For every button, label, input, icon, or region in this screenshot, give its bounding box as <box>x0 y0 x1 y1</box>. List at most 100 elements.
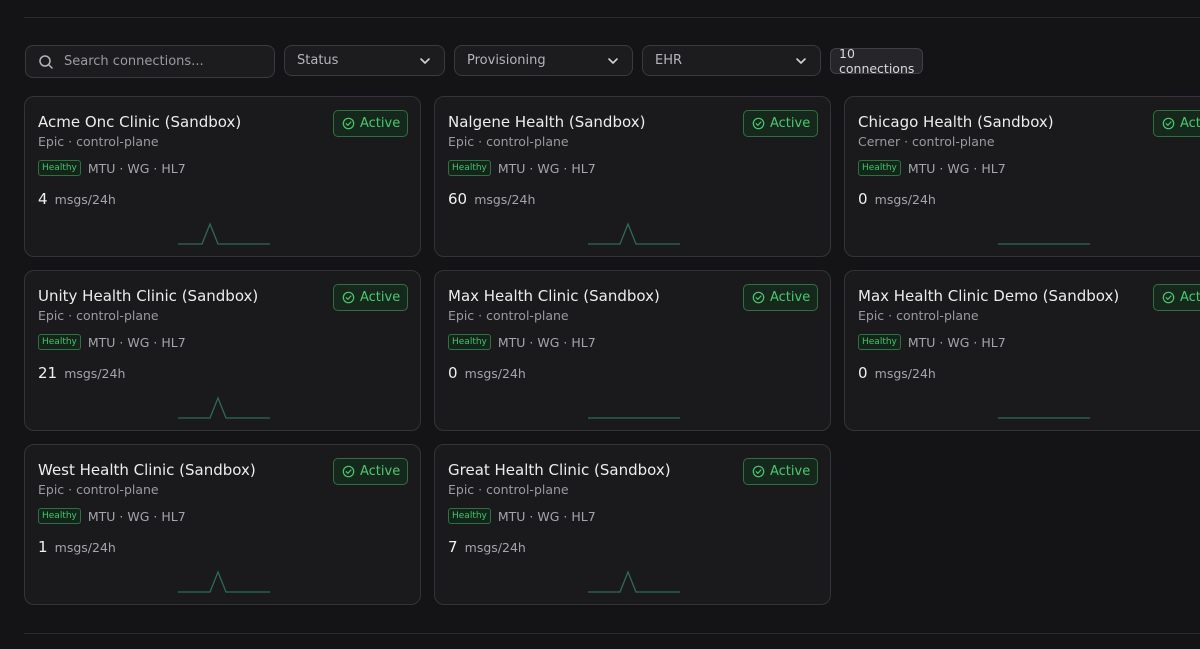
message-count: 4 <box>38 190 48 208</box>
card-tags: Healthy MTU · WG · HL7 <box>448 334 596 350</box>
status-filter-label: Status <box>297 53 339 68</box>
card-subtitle: Epic · control-plane <box>448 482 569 497</box>
check-circle-icon <box>342 117 355 130</box>
sparkline-line <box>588 570 680 593</box>
protocol-tags: MTU · WG · HL7 <box>497 334 596 350</box>
protocol-tags: MTU · WG · HL7 <box>497 160 596 176</box>
chevron-down-icon <box>796 57 806 64</box>
status-label: Active <box>360 464 401 479</box>
card-subtitle: Cerner · control-plane <box>858 134 995 149</box>
sparkline-line <box>178 570 270 593</box>
health-badge: Healthy <box>38 160 81 176</box>
card-tags: Healthy MTU · WG · HL7 <box>38 334 186 350</box>
connection-card[interactable]: Nalgene Health (Sandbox) Epic · control-… <box>434 96 831 257</box>
ehr-filter-select[interactable]: EHR <box>642 45 821 76</box>
message-count: 0 <box>858 364 868 382</box>
card-subtitle: Epic · control-plane <box>38 134 159 149</box>
status-badge[interactable]: Active <box>1153 110 1200 137</box>
ehr-filter-label: EHR <box>655 53 683 68</box>
sparkline-chart <box>588 222 680 245</box>
card-tags: Healthy MTU · WG · HL7 <box>38 508 186 524</box>
card-tags: Healthy MTU · WG · HL7 <box>38 160 186 176</box>
card-subtitle: Epic · control-plane <box>448 134 569 149</box>
status-badge[interactable]: Active <box>743 458 818 485</box>
sparkline-chart <box>588 417 680 419</box>
sparkline-chart <box>998 243 1090 245</box>
card-tags: Healthy MTU · WG · HL7 <box>858 334 1006 350</box>
message-unit: msgs/24h <box>474 192 536 207</box>
sparkline-chart <box>178 570 270 593</box>
search-input[interactable] <box>62 53 274 70</box>
card-tags: Healthy MTU · WG · HL7 <box>858 160 1006 176</box>
health-badge: Healthy <box>38 334 81 350</box>
status-badge[interactable]: Active <box>1153 284 1200 311</box>
connection-card[interactable]: Max Health Clinic Demo (Sandbox) Epic · … <box>844 270 1200 431</box>
message-metric: 0 msgs/24h <box>448 363 526 382</box>
message-unit: msgs/24h <box>874 366 936 381</box>
health-badge: Healthy <box>858 334 901 350</box>
search-icon <box>39 54 53 69</box>
status-label: Active <box>1180 290 1200 305</box>
status-badge[interactable]: Active <box>743 110 818 137</box>
sparkline-line <box>178 222 270 245</box>
message-count: 60 <box>448 190 468 208</box>
status-badge[interactable]: Active <box>743 284 818 311</box>
card-title: Max Health Clinic (Sandbox) <box>448 287 660 305</box>
protocol-tags: MTU · WG · HL7 <box>87 160 186 176</box>
check-circle-icon <box>752 291 765 304</box>
connection-card[interactable]: Unity Health Clinic (Sandbox) Epic · con… <box>24 270 421 431</box>
status-label: Active <box>360 290 401 305</box>
card-subtitle: Epic · control-plane <box>38 308 159 323</box>
message-count: 21 <box>38 364 58 382</box>
connection-count-badge: 10 connections <box>830 46 924 76</box>
provisioning-filter-select[interactable]: Provisioning <box>454 45 633 76</box>
message-metric: 60 msgs/24h <box>448 189 535 208</box>
connection-card[interactable]: West Health Clinic (Sandbox) Epic · cont… <box>24 444 421 605</box>
message-unit: msgs/24h <box>874 192 936 207</box>
check-circle-icon <box>342 291 355 304</box>
connection-card[interactable]: Chicago Health (Sandbox) Cerner · contro… <box>844 96 1200 257</box>
message-metric: 0 msgs/24h <box>858 189 936 208</box>
sparkline-chart <box>178 396 270 419</box>
search-field[interactable] <box>25 45 275 78</box>
status-badge[interactable]: Active <box>333 458 408 485</box>
check-circle-icon <box>752 465 765 478</box>
card-title: Max Health Clinic Demo (Sandbox) <box>858 287 1120 305</box>
bottom-divider <box>24 633 1200 634</box>
check-circle-icon <box>1162 117 1175 130</box>
chevron-down-icon <box>608 57 618 64</box>
message-metric: 1 msgs/24h <box>38 537 116 556</box>
status-badge[interactable]: Active <box>333 284 408 311</box>
check-circle-icon <box>752 117 765 130</box>
chevron-down-icon <box>420 57 430 64</box>
sparkline-chart <box>588 570 680 593</box>
card-subtitle: Epic · control-plane <box>38 482 159 497</box>
message-metric: 21 msgs/24h <box>38 363 125 382</box>
status-badge[interactable]: Active <box>333 110 408 137</box>
message-count: 0 <box>448 364 458 382</box>
health-badge: Healthy <box>38 508 81 524</box>
message-unit: msgs/24h <box>464 540 526 555</box>
card-title: Great Health Clinic (Sandbox) <box>448 461 671 479</box>
protocol-tags: MTU · WG · HL7 <box>87 508 186 524</box>
health-badge: Healthy <box>448 160 491 176</box>
card-subtitle: Epic · control-plane <box>858 308 979 323</box>
card-subtitle: Epic · control-plane <box>448 308 569 323</box>
card-title: Chicago Health (Sandbox) <box>858 113 1054 131</box>
status-filter-select[interactable]: Status <box>284 45 445 76</box>
connection-card[interactable]: Acme Onc Clinic (Sandbox) Epic · control… <box>24 96 421 257</box>
card-title: Unity Health Clinic (Sandbox) <box>38 287 259 305</box>
message-count: 0 <box>858 190 868 208</box>
status-label: Active <box>770 464 811 479</box>
message-metric: 0 msgs/24h <box>858 363 936 382</box>
card-title: Acme Onc Clinic (Sandbox) <box>38 113 242 131</box>
sparkline-line <box>588 222 680 245</box>
card-tags: Healthy MTU · WG · HL7 <box>448 508 596 524</box>
sparkline-chart <box>998 417 1090 419</box>
message-metric: 7 msgs/24h <box>448 537 526 556</box>
sparkline-line <box>178 396 270 419</box>
connection-card[interactable]: Max Health Clinic (Sandbox) Epic · contr… <box>434 270 831 431</box>
connection-card[interactable]: Great Health Clinic (Sandbox) Epic · con… <box>434 444 831 605</box>
status-label: Active <box>360 116 401 131</box>
protocol-tags: MTU · WG · HL7 <box>907 160 1006 176</box>
